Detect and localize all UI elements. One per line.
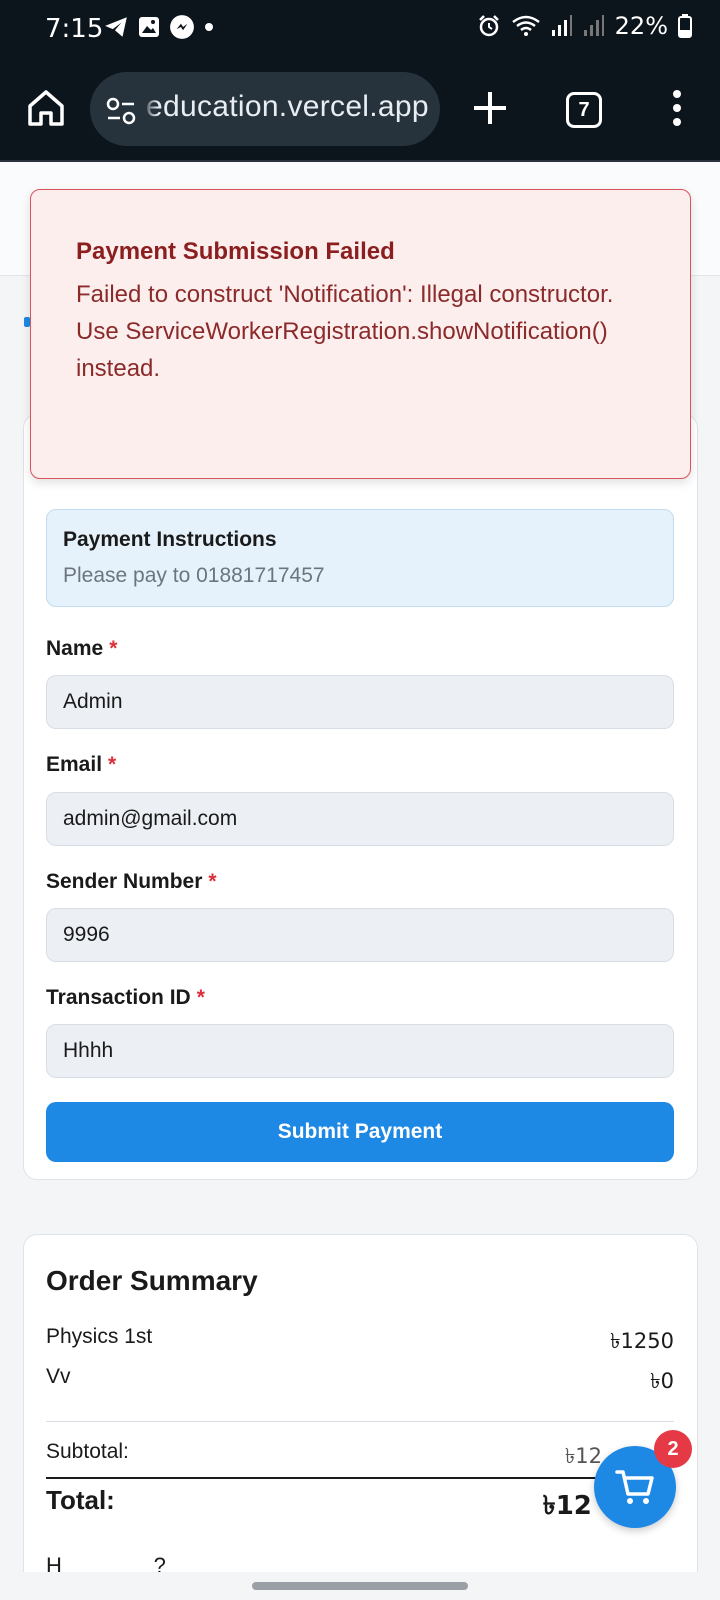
address-bar[interactable]: education.vercel.app xyxy=(90,72,440,146)
divider xyxy=(46,1477,674,1479)
submit-payment-button[interactable]: Submit Payment xyxy=(46,1102,674,1162)
signal-icon-2 xyxy=(583,15,604,36)
truncated-text: H ? xyxy=(46,1553,166,1572)
home-indicator[interactable] xyxy=(252,1582,468,1590)
subtotal-row: Subtotal: ৳12 xyxy=(46,1440,674,1475)
home-icon[interactable] xyxy=(22,84,70,132)
instructions-title: Payment Instructions xyxy=(63,528,277,551)
dot-icon xyxy=(205,23,213,31)
gesture-bar xyxy=(0,1572,720,1600)
wifi-icon xyxy=(511,15,540,36)
subtotal-label: Subtotal: xyxy=(46,1440,129,1463)
signal-icon xyxy=(551,15,572,36)
battery-level: 22% xyxy=(614,12,668,40)
site-settings-icon[interactable] xyxy=(106,96,136,126)
battery-icon xyxy=(678,14,692,38)
payment-form-card: Payment Instructions Please pay to 01881… xyxy=(23,414,698,1180)
item-amount: ৳1250 xyxy=(610,1329,674,1353)
email-label: Email * xyxy=(46,753,117,776)
notification-icons xyxy=(103,14,215,40)
list-item: Vv ৳0 xyxy=(46,1365,674,1400)
item-name: Vv xyxy=(46,1365,71,1388)
cart-count-badge: 2 xyxy=(654,1430,692,1468)
toast-message: Failed to construct 'Notification': Ille… xyxy=(76,281,614,382)
divider xyxy=(46,1421,674,1422)
new-tab-icon[interactable] xyxy=(470,88,510,128)
required-mark: * xyxy=(108,753,117,776)
list-item: Physics 1st ৳1250 xyxy=(46,1325,674,1360)
sender-number-input[interactable]: 9996 xyxy=(46,908,674,962)
transaction-id-label: Transaction ID * xyxy=(46,986,205,1009)
total-row: Total: ৳12 0 xyxy=(46,1485,674,1529)
url-text: education.vercel.app xyxy=(146,90,429,123)
messenger-icon xyxy=(170,15,194,39)
cart-icon xyxy=(615,1470,654,1504)
item-amount: ৳0 xyxy=(650,1369,674,1393)
toast-title: Payment Submission Failed xyxy=(76,238,395,265)
required-mark: * xyxy=(196,986,205,1009)
browser-toolbar: education.vercel.app 7 xyxy=(0,60,720,162)
order-summary-title: Order Summary xyxy=(46,1265,258,1296)
item-name: Physics 1st xyxy=(46,1325,153,1348)
order-summary-card: Order Summary Physics 1st ৳1250 Vv ৳0 Su… xyxy=(23,1234,698,1572)
name-input[interactable]: Admin xyxy=(46,675,674,729)
status-time: 7:15 xyxy=(45,14,104,44)
name-label: Name * xyxy=(46,637,118,660)
gallery-icon xyxy=(139,17,159,37)
transaction-id-input[interactable]: Hhhh xyxy=(46,1024,674,1078)
email-input[interactable]: admin@gmail.com xyxy=(46,792,674,846)
alarm-icon xyxy=(478,15,499,37)
sender-number-label: Sender Number * xyxy=(46,870,217,893)
status-bar: 7:15 22% xyxy=(0,0,720,60)
required-mark: * xyxy=(109,637,118,660)
tab-count: 7 xyxy=(578,98,590,121)
telegram-icon xyxy=(105,17,127,37)
total-label: Total: xyxy=(46,1485,115,1515)
payment-instructions: Payment Instructions Please pay to 01881… xyxy=(46,509,674,607)
required-mark: * xyxy=(208,870,217,893)
instructions-body: Please pay to 01881717457 xyxy=(63,564,325,587)
system-icons: 22% xyxy=(477,12,692,40)
tab-switcher-button[interactable]: 7 xyxy=(566,92,602,128)
error-toast[interactable]: Payment Submission Failed Failed to cons… xyxy=(30,189,691,479)
more-menu-icon[interactable] xyxy=(662,88,692,128)
total-amount: ৳12 xyxy=(542,1491,592,1521)
